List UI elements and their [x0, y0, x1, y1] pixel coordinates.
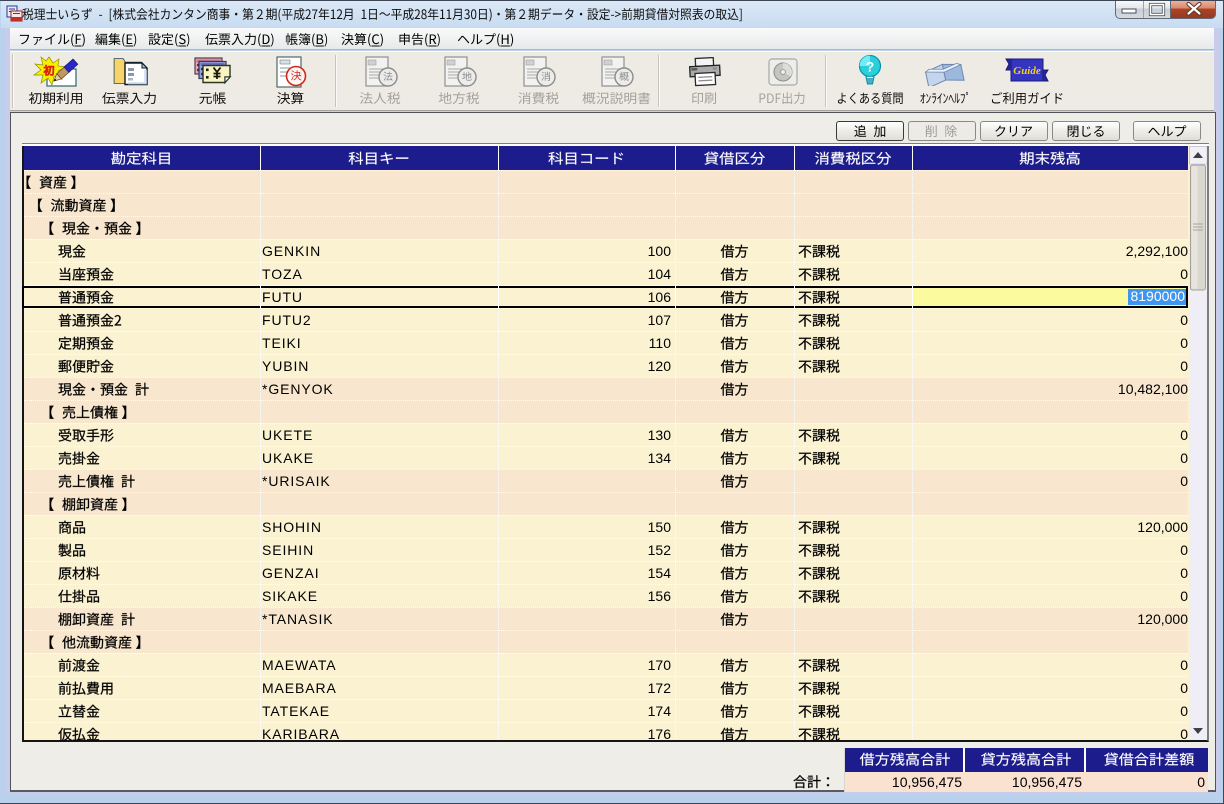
svg-text:?: ?	[866, 59, 875, 75]
svg-text:Guide: Guide	[1013, 65, 1041, 77]
